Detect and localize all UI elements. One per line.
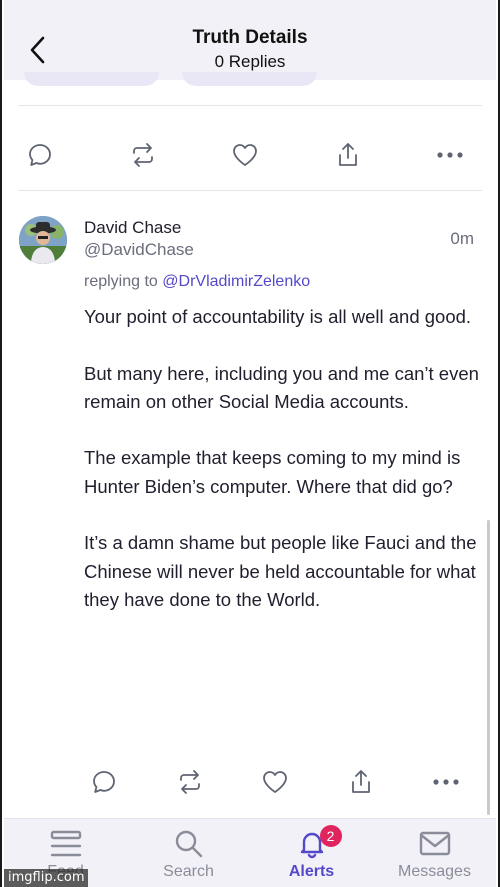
action-bar-reply <box>86 764 464 800</box>
author-handle[interactable]: @DavidChase <box>84 240 194 260</box>
more-icon <box>433 779 459 785</box>
search-icon <box>175 830 202 858</box>
divider <box>18 190 482 191</box>
top-header: Truth Details 0 Replies <box>4 0 496 80</box>
like-icon <box>233 144 257 166</box>
share-icon <box>338 143 357 166</box>
nav-label: Messages <box>398 863 471 880</box>
retruth-button[interactable] <box>172 764 208 800</box>
replying-to-link[interactable]: @DrVladimirZelenko <box>162 273 310 290</box>
app-screen: Truth Details 0 Replies David Chase @Dav… <box>0 0 500 887</box>
post-timestamp: 0m <box>450 229 474 248</box>
author-name[interactable]: David Chase <box>84 218 181 238</box>
reply-count: 0 Replies <box>214 52 286 71</box>
feed-icon <box>50 830 81 857</box>
like-icon <box>263 771 287 793</box>
share-button[interactable] <box>343 764 379 800</box>
page-title: Truth Details <box>192 27 308 48</box>
action-bar-main <box>22 137 468 173</box>
nav-label: Alerts <box>288 863 335 880</box>
more-icon <box>437 152 463 158</box>
reply-icon <box>93 771 115 793</box>
nav-item-alerts[interactable]: 2 Alerts <box>250 819 373 887</box>
post-paragraph: Your point of accountability is all well… <box>84 306 472 327</box>
scrollbar-thumb[interactable] <box>487 520 490 815</box>
post-body: Your point of accountability is all well… <box>84 303 484 614</box>
share-icon <box>351 770 370 793</box>
replying-to: replying to @DrVladimirZelenko <box>84 273 310 291</box>
retruth-icon <box>132 143 153 167</box>
retruth-button[interactable] <box>125 137 161 173</box>
nav-label: Search <box>163 863 214 880</box>
divider <box>18 105 482 106</box>
retruth-icon <box>179 770 200 794</box>
mail-icon <box>419 831 450 856</box>
like-button[interactable] <box>257 764 293 800</box>
reply-button[interactable] <box>86 764 122 800</box>
replying-prefix: replying to <box>84 273 158 290</box>
reply-icon <box>29 144 51 166</box>
ghost-pill <box>182 72 317 86</box>
share-button[interactable] <box>330 137 366 173</box>
alerts-badge: 2 <box>319 825 342 847</box>
more-button[interactable] <box>432 137 468 173</box>
reply-button[interactable] <box>22 137 58 173</box>
nav-item-messages[interactable]: Messages <box>373 819 496 887</box>
watermark: imgflip.com <box>4 869 89 887</box>
post-paragraph: The example that keeps coming to my mind… <box>84 447 461 497</box>
post-paragraph: But many here, including you and me can’… <box>84 362 479 412</box>
like-button[interactable] <box>227 137 263 173</box>
more-button[interactable] <box>428 764 464 800</box>
nav-item-search[interactable]: Search <box>127 819 250 887</box>
avatar-photo-icon <box>19 216 67 264</box>
post-paragraph: It’s a damn shame but people like Fauci … <box>84 532 477 610</box>
ghost-pill <box>24 72 159 86</box>
avatar[interactable] <box>19 216 67 264</box>
